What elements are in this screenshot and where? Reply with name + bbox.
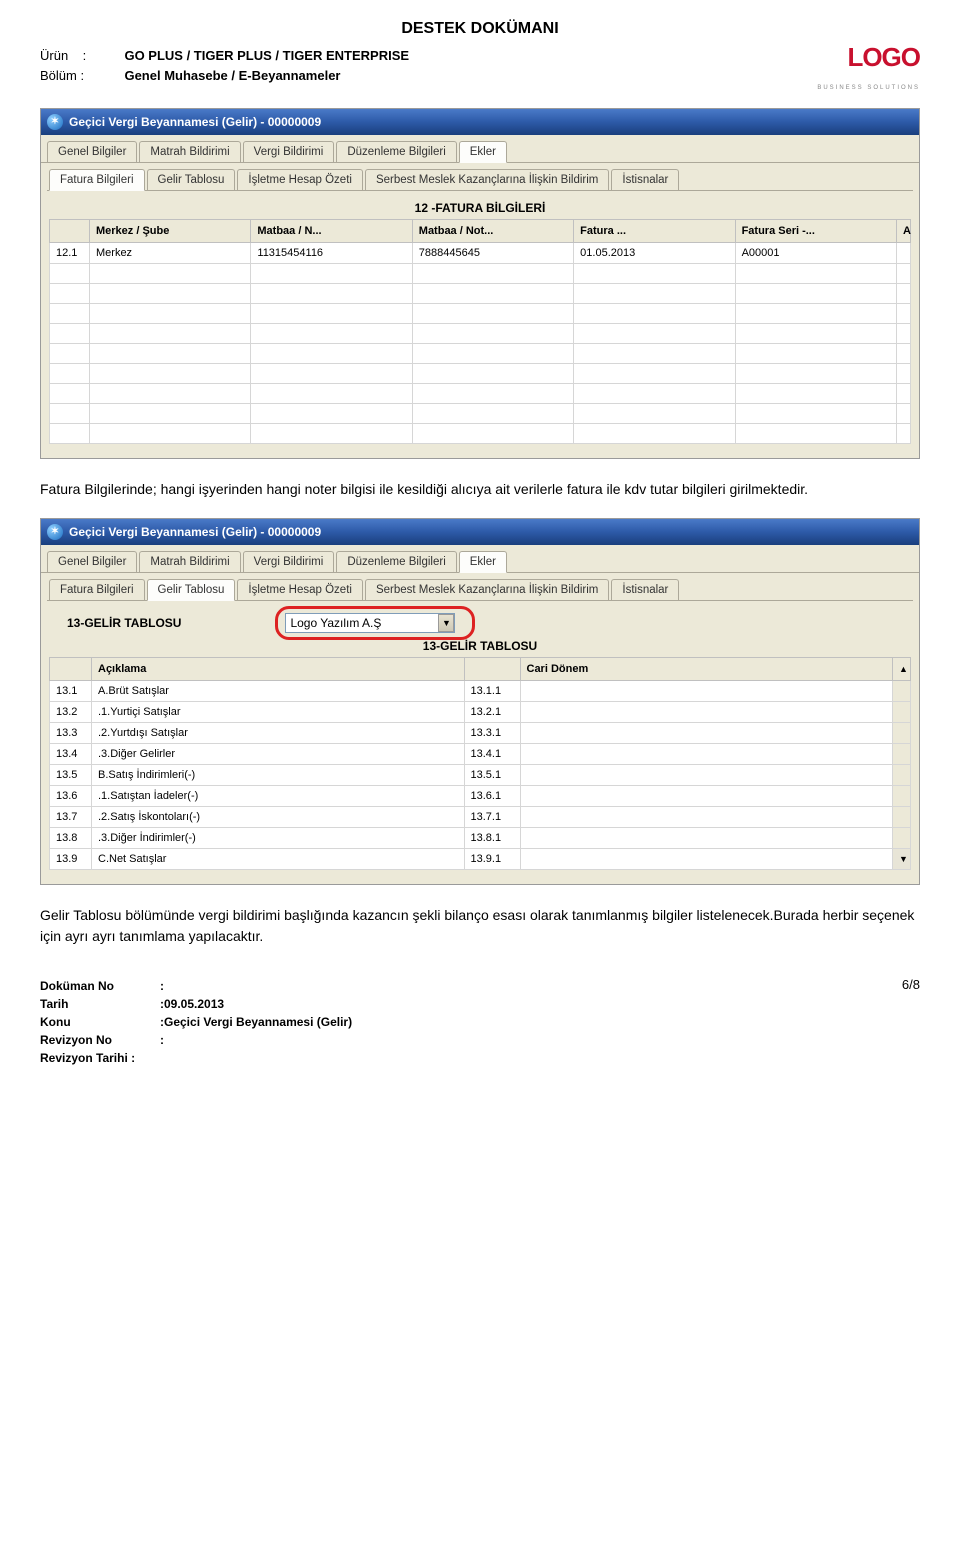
column-header[interactable]: A: [897, 219, 911, 242]
scrollbar-track[interactable]: [893, 722, 911, 743]
main-tab-0[interactable]: Genel Bilgiler: [47, 141, 137, 162]
table-row[interactable]: 13.2.1.Yurtiçi Satışlar13.2.1: [50, 701, 911, 722]
main-tab-2[interactable]: Vergi Bildirimi: [243, 141, 335, 162]
scrollbar-track[interactable]: [893, 701, 911, 722]
scrollbar-track[interactable]: [893, 827, 911, 848]
table-row[interactable]: [50, 363, 911, 383]
table-row[interactable]: 13.1A.Brüt Satışlar13.1.1: [50, 680, 911, 701]
main-tabbar-1: Genel BilgilerMatrah BildirimiVergi Bild…: [41, 135, 919, 162]
meta-section-value: Genel Muhasebe / E-Beyannameler: [124, 66, 340, 86]
column-header[interactable]: Cari Dönem: [520, 657, 893, 680]
app-icon: ✶: [47, 524, 63, 540]
logo: LOGO BUSINESS SOLUTIONS: [817, 46, 920, 93]
gelir-grid[interactable]: Açıklama Cari Dönem▲13.1A.Brüt Satışlar13…: [49, 657, 911, 870]
table-row[interactable]: 13.3.2.Yurtdışı Satışlar13.3.1: [50, 722, 911, 743]
sub-tab-0[interactable]: Fatura Bilgileri: [49, 169, 145, 191]
company-select[interactable]: [285, 613, 455, 633]
scroll-down-icon[interactable]: ▼: [893, 848, 911, 869]
section-title-2: 13-GELİR TABLOSU: [49, 639, 911, 653]
app-window-2: ✶ Geçici Vergi Beyannamesi (Gelir) - 000…: [40, 518, 920, 885]
table-row[interactable]: [50, 303, 911, 323]
document-title: DESTEK DOKÜMANI: [40, 20, 920, 38]
meta-section-label: Bölüm: [40, 68, 77, 83]
main-tab-1[interactable]: Matrah Bildirimi: [139, 141, 240, 162]
column-header[interactable]: Matbaa / Not...: [412, 219, 573, 242]
main-tab-3[interactable]: Düzenleme Bilgileri: [336, 551, 456, 572]
sub-tabbar-1: Fatura BilgileriGelir Tablosuİşletme Hes…: [47, 167, 913, 190]
scrollbar-track[interactable]: [893, 785, 911, 806]
table-row[interactable]: 13.4.3.Diğer Gelirler13.4.1: [50, 743, 911, 764]
sub-tabbar-2: Fatura BilgileriGelir Tablosuİşletme Hes…: [47, 577, 913, 600]
page-number: 6/8: [902, 977, 920, 1067]
column-header[interactable]: Açıklama: [92, 657, 465, 680]
document-meta: Ürün : GO PLUS / TIGER PLUS / TIGER ENTE…: [40, 46, 409, 85]
table-row[interactable]: 13.9C.Net Satışlar13.9.1▼: [50, 848, 911, 869]
logo-subtitle: BUSINESS SOLUTIONS: [817, 85, 920, 91]
sub-tab-4[interactable]: İstisnalar: [611, 169, 679, 190]
column-header[interactable]: Merkez / Şube: [90, 219, 251, 242]
table-row[interactable]: [50, 343, 911, 363]
sub-tab-2[interactable]: İşletme Hesap Özeti: [237, 579, 363, 600]
scrollbar-track[interactable]: [893, 743, 911, 764]
sub-tab-1[interactable]: Gelir Tablosu: [147, 579, 236, 601]
column-header[interactable]: Fatura ...: [574, 219, 735, 242]
main-tab-0[interactable]: Genel Bilgiler: [47, 551, 137, 572]
column-header[interactable]: Matbaa / N...: [251, 219, 412, 242]
app-icon: ✶: [47, 114, 63, 130]
column-header[interactable]: Fatura Seri -...: [735, 219, 896, 242]
sub-tab-3[interactable]: Serbest Meslek Kazançlarına İlişkin Bild…: [365, 169, 609, 190]
paragraph-2: Gelir Tablosu bölümünde vergi bildirimi …: [40, 905, 920, 947]
main-tab-4[interactable]: Ekler: [459, 141, 507, 163]
logo-text: LOGO: [847, 42, 920, 72]
paragraph-1: Fatura Bilgilerinde; hangi işyerinden ha…: [40, 479, 920, 500]
scrollbar-track[interactable]: [893, 680, 911, 701]
main-tab-2[interactable]: Vergi Bildirimi: [243, 551, 335, 572]
main-tab-4[interactable]: Ekler: [459, 551, 507, 573]
company-dropdown[interactable]: ▼: [285, 613, 455, 633]
titlebar-2: ✶ Geçici Vergi Beyannamesi (Gelir) - 000…: [41, 519, 919, 545]
meta-product-value: GO PLUS / TIGER PLUS / TIGER ENTERPRISE: [124, 46, 409, 66]
column-header[interactable]: [50, 657, 92, 680]
table-row[interactable]: 13.6.1.Satıştan İadeler(-)13.6.1: [50, 785, 911, 806]
scrollbar-track[interactable]: [893, 764, 911, 785]
sub-tab-1[interactable]: Gelir Tablosu: [147, 169, 236, 190]
window-title-2: Geçici Vergi Beyannamesi (Gelir) - 00000…: [69, 525, 321, 539]
section-title-1: 12 -FATURA BİLGİLERİ: [49, 201, 911, 215]
table-row[interactable]: [50, 403, 911, 423]
meta-product-label: Ürün: [40, 48, 68, 63]
footer: Doküman No: Tarih: 09.05.2013 Konu: Geçi…: [40, 977, 920, 1067]
main-tab-1[interactable]: Matrah Bildirimi: [139, 551, 240, 572]
table-row[interactable]: 13.8.3.Diğer İndirimler(-)13.8.1: [50, 827, 911, 848]
titlebar-1: ✶ Geçici Vergi Beyannamesi (Gelir) - 000…: [41, 109, 919, 135]
window-title-1: Geçici Vergi Beyannamesi (Gelir) - 00000…: [69, 115, 321, 129]
scrollbar-track[interactable]: [893, 806, 911, 827]
table-row[interactable]: 13.5B.Satış İndirimleri(-)13.5.1: [50, 764, 911, 785]
column-header[interactable]: [50, 219, 90, 242]
table-row[interactable]: [50, 423, 911, 443]
main-tabbar-2: Genel BilgilerMatrah BildirimiVergi Bild…: [41, 545, 919, 572]
app-window-1: ✶ Geçici Vergi Beyannamesi (Gelir) - 000…: [40, 108, 920, 459]
chevron-down-icon[interactable]: ▼: [438, 614, 454, 632]
table-row[interactable]: [50, 263, 911, 283]
table-row[interactable]: 13.7.2.Satış İskontoları(-)13.7.1: [50, 806, 911, 827]
sub-tab-0[interactable]: Fatura Bilgileri: [49, 579, 145, 600]
table-row[interactable]: [50, 383, 911, 403]
section-label-left: 13-GELİR TABLOSU: [67, 616, 181, 630]
sub-tab-3[interactable]: Serbest Meslek Kazançlarına İlişkin Bild…: [365, 579, 609, 600]
scroll-up-icon[interactable]: ▲: [893, 657, 911, 680]
sub-tab-4[interactable]: İstisnalar: [611, 579, 679, 600]
table-row[interactable]: 12.1Merkez11315454116788844564501.05.201…: [50, 242, 911, 263]
main-tab-3[interactable]: Düzenleme Bilgileri: [336, 141, 456, 162]
sub-tab-2[interactable]: İşletme Hesap Özeti: [237, 169, 363, 190]
table-row[interactable]: [50, 283, 911, 303]
fatura-grid[interactable]: Merkez / ŞubeMatbaa / N...Matbaa / Not..…: [49, 219, 911, 444]
document-header: Ürün : GO PLUS / TIGER PLUS / TIGER ENTE…: [40, 46, 920, 93]
column-header[interactable]: [464, 657, 520, 680]
table-row[interactable]: [50, 323, 911, 343]
